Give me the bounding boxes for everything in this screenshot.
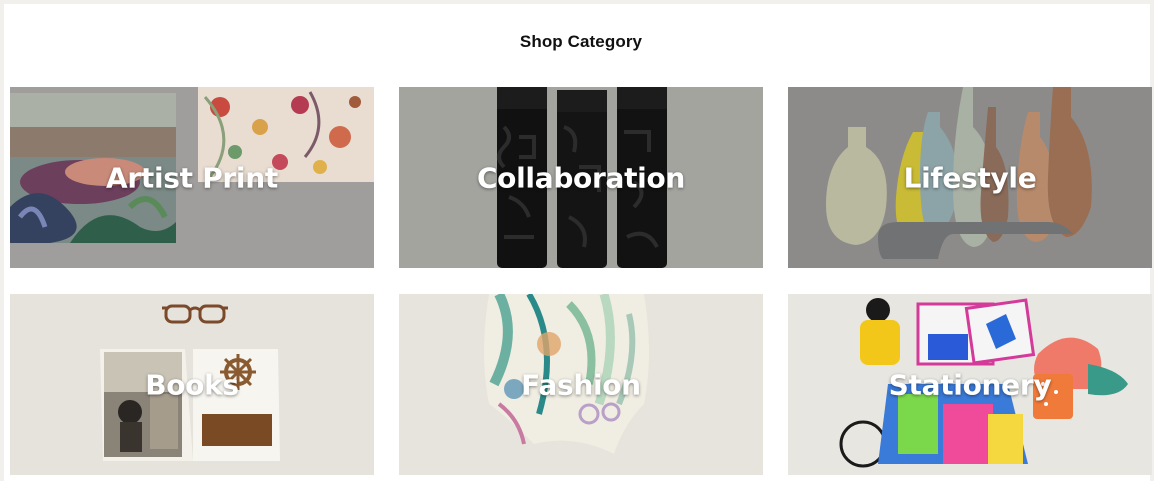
lifestyle-image xyxy=(826,87,1092,259)
category-tile-fashion[interactable]: Fashion xyxy=(399,294,763,475)
books-image xyxy=(100,304,280,461)
category-tile-stationery[interactable]: Stationery xyxy=(788,294,1152,475)
collaboration-image xyxy=(497,87,667,268)
section-title: Shop Category xyxy=(519,32,643,51)
category-tile-artist-print[interactable]: Artist Print xyxy=(10,87,374,268)
artist-print-image xyxy=(10,87,374,243)
fashion-image xyxy=(484,294,649,454)
stationery-image xyxy=(839,298,1128,468)
category-tile-books[interactable]: Books xyxy=(10,294,374,475)
category-tile-collaboration[interactable]: Collaboration xyxy=(399,87,763,268)
category-tile-lifestyle[interactable]: Lifestyle xyxy=(788,87,1152,268)
